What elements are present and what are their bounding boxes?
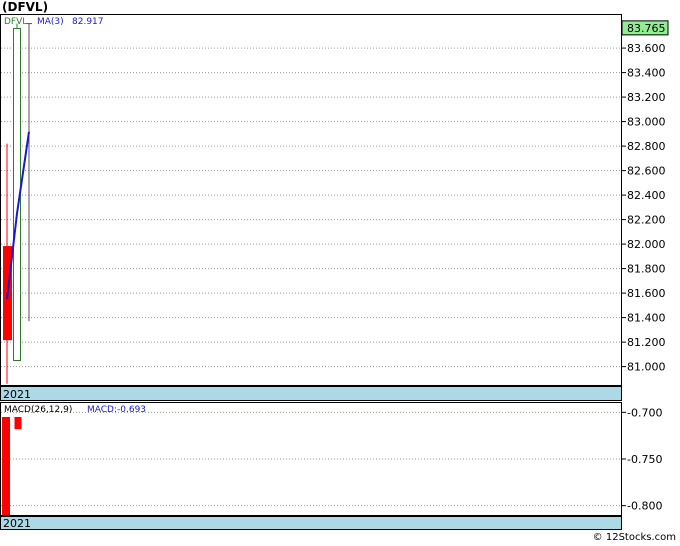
- legend-ma-value: 82.917: [72, 17, 104, 27]
- price-tick-label: 83.400: [627, 67, 666, 80]
- price-tick-label: 83.000: [627, 116, 666, 129]
- legend-symbol: DFVL: [4, 17, 27, 27]
- macd-bar: [2, 417, 10, 515]
- watermark: © 12Stocks.com: [592, 532, 676, 543]
- macd-year-label: 2021: [3, 517, 31, 530]
- price-tick-label: 83.200: [627, 91, 666, 104]
- macd-y-axis: -0.700 -0.750 -0.800: [621, 406, 662, 513]
- price-tick-label: 81.600: [627, 287, 666, 300]
- price-panel: 81.000 81.200 81.400 81.600 81.800 82.000 82.2…: [0, 14, 669, 401]
- price-tick-label: 81.200: [627, 336, 666, 349]
- price-tick-label: 83.600: [627, 42, 666, 55]
- price-tick-label: 81.400: [627, 312, 666, 325]
- price-tick-label: 81.800: [627, 263, 666, 276]
- macd-legend-value: MACD:-0.693: [87, 405, 146, 415]
- macd-year-bar: [0, 516, 622, 530]
- price-plot-frame: [0, 14, 622, 386]
- price-tick-label: 81.000: [627, 361, 666, 374]
- price-y-axis: 81.000 81.200 81.400 81.600 81.800 82.000 82.2…: [621, 42, 666, 374]
- price-tick-label: 82.000: [627, 238, 666, 251]
- chart-title: (DFVL): [2, 0, 49, 14]
- price-year-bar: [0, 386, 622, 401]
- macd-legend-label: MACD(26,12,9): [4, 405, 72, 415]
- macd-tick-label: -0.750: [627, 453, 662, 466]
- price-tick-label: 82.200: [627, 214, 666, 227]
- price-tick-label: 82.800: [627, 140, 666, 153]
- price-tick-label: 82.400: [627, 189, 666, 202]
- price-year-label: 2021: [3, 388, 31, 401]
- macd-tick-label: -0.700: [627, 406, 662, 419]
- macd-panel: -0.700 -0.750 -0.800 MACD(26,12,9) MACD:-0…: [0, 402, 662, 530]
- macd-bar: [14, 417, 22, 430]
- price-tick-label: 82.600: [627, 165, 666, 178]
- last-price-tag: 83.765: [621, 20, 669, 36]
- legend-ma-label: MA(3): [37, 17, 64, 27]
- macd-tick-label: -0.800: [627, 500, 662, 513]
- last-price-tag-label: 83.765: [627, 22, 666, 35]
